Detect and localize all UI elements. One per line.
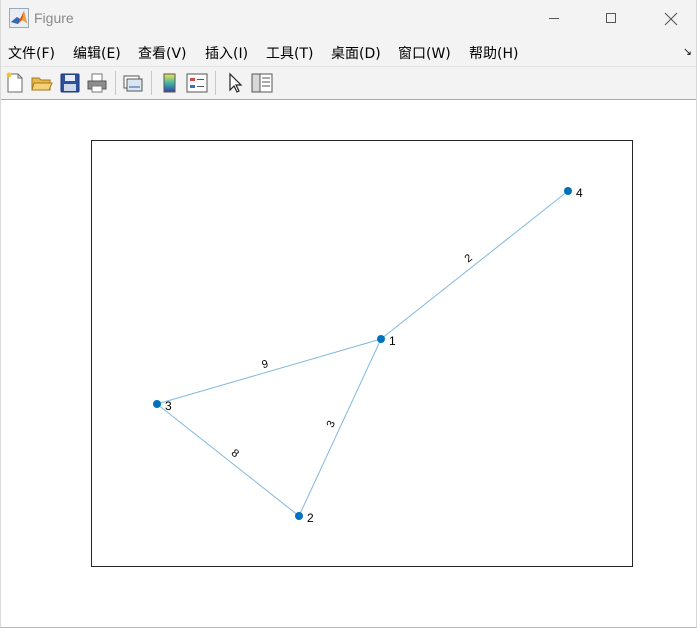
graph-edge-1-2: [298, 338, 382, 517]
graph-node-3: [153, 400, 161, 408]
graph-node-1: [377, 335, 385, 343]
graph-edge-3-2: [156, 403, 300, 517]
graph-node-2: [295, 512, 303, 520]
graph-plot: 2 9 3 8 1 2 3 4: [153, 186, 583, 525]
figure-window: Figure 文件(F) 编辑(E) 查看(V) 插入(I) 工具(T) 桌面(…: [0, 0, 697, 628]
edge-weight-label: 9: [261, 358, 270, 371]
graph-edge-1-4: [380, 190, 569, 340]
node-label: 3: [165, 399, 172, 413]
graph-edge-1-3: [156, 338, 382, 405]
edge-weight-label: 8: [229, 447, 241, 460]
node-label: 2: [307, 511, 314, 525]
edge-weight-label: 2: [463, 252, 475, 265]
node-label: 4: [576, 186, 583, 200]
graph-node-4: [564, 187, 572, 195]
edge-weight-label: 3: [325, 419, 338, 430]
node-label: 1: [389, 334, 396, 348]
